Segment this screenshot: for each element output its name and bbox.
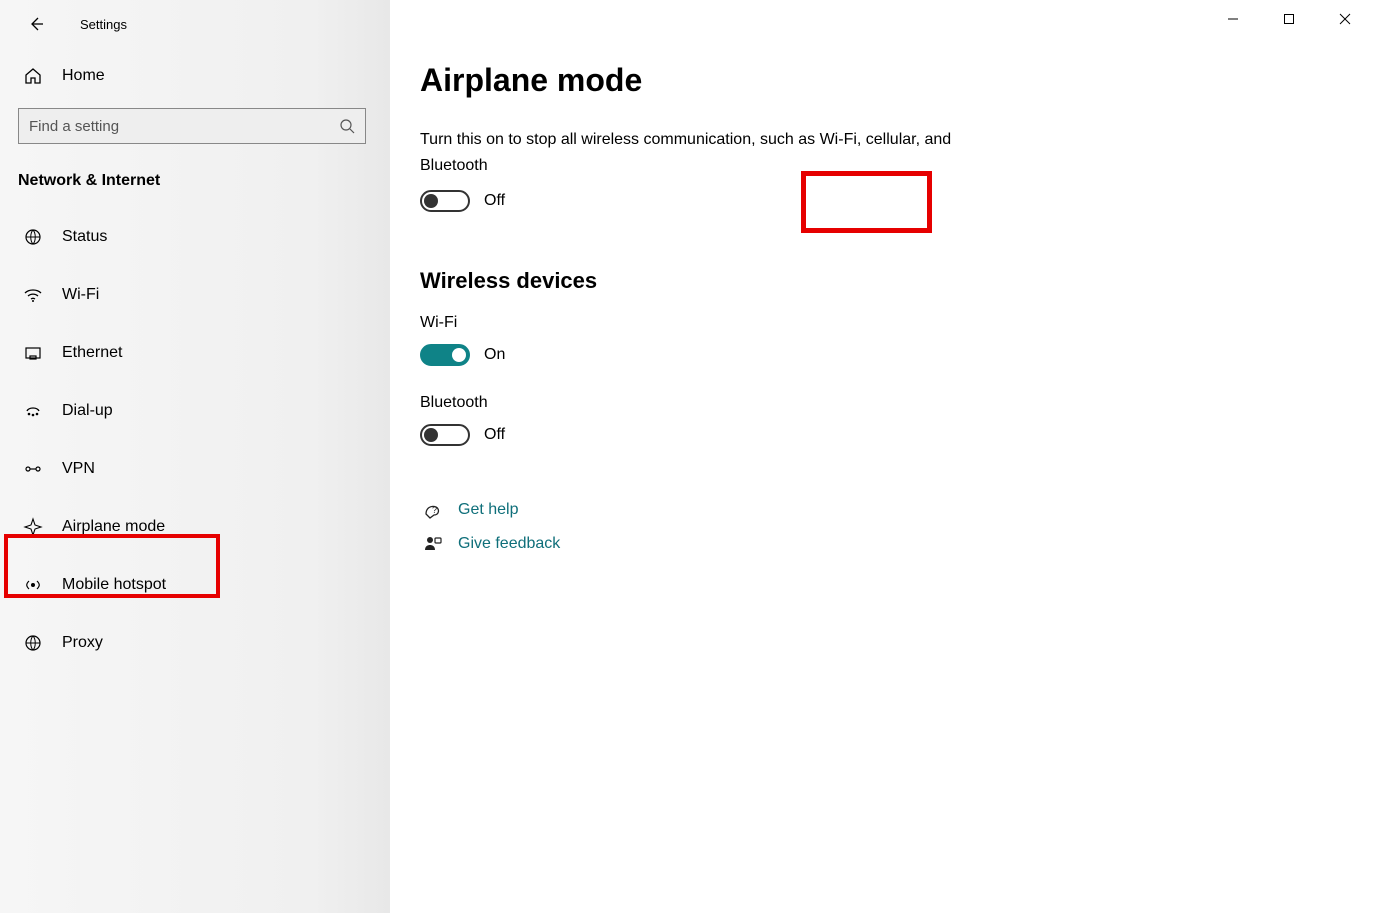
airplane-toggle-row: Off [420,190,1050,212]
wifi-toggle-row: On [420,344,1050,366]
help-links: ? Get help Give feedback [420,500,1050,554]
proxy-icon [22,633,44,653]
bluetooth-toggle-label: Off [484,426,505,444]
sidebar-item-label: VPN [62,460,95,478]
back-button[interactable] [24,12,48,36]
device-name: Wi-Fi [420,314,1050,332]
close-button[interactable] [1317,0,1373,38]
sidebar: Settings Home Network & Internet Status … [0,0,390,913]
sidebar-item-label: Status [62,228,107,246]
wifi-icon [22,285,44,305]
airplane-icon [22,517,44,537]
home-label: Home [62,67,105,85]
sidebar-item-home[interactable]: Home [0,56,390,96]
feedback-icon [420,534,446,554]
sidebar-item-vpn[interactable]: VPN [0,440,390,498]
device-name: Bluetooth [420,394,1050,412]
minimize-button[interactable] [1205,0,1261,38]
bluetooth-toggle[interactable] [420,424,470,446]
wireless-devices-title: Wireless devices [420,268,1050,294]
help-icon: ? [420,500,446,520]
app-title: Settings [80,17,127,32]
dialup-icon [22,401,44,421]
search-input[interactable] [29,118,339,135]
main: Airplane mode Turn this on to stop all w… [390,0,1373,913]
window-controls [1205,0,1373,38]
search-wrap [0,96,390,162]
content: Airplane mode Turn this on to stop all w… [390,0,1050,554]
sidebar-item-label: Proxy [62,634,103,652]
wifi-toggle[interactable] [420,344,470,366]
toggle-knob [452,348,466,362]
svg-text:?: ? [432,505,437,515]
hotspot-icon [22,575,44,595]
bluetooth-toggle-row: Off [420,424,1050,446]
sidebar-item-label: Wi-Fi [62,286,99,304]
sidebar-item-label: Ethernet [62,344,122,362]
page-title: Airplane mode [420,62,1050,99]
sidebar-item-proxy[interactable]: Proxy [0,614,390,672]
sidebar-item-ethernet[interactable]: Ethernet [0,324,390,382]
device-wifi: Wi-Fi On [420,314,1050,366]
give-feedback-label: Give feedback [458,535,560,553]
airplane-toggle-label: Off [484,192,505,210]
sidebar-item-status[interactable]: Status [0,208,390,266]
toggle-knob [424,194,438,208]
titlebar: Settings [0,8,390,56]
toggle-knob [424,428,438,442]
ethernet-icon [22,343,44,363]
sidebar-item-label: Dial-up [62,402,113,420]
sidebar-item-airplane[interactable]: Airplane mode [0,498,390,556]
sidebar-item-hotspot[interactable]: Mobile hotspot [0,556,390,614]
category-header: Network & Internet [0,162,390,208]
vpn-icon [22,459,44,479]
sidebar-item-label: Airplane mode [62,518,165,536]
sidebar-item-dialup[interactable]: Dial-up [0,382,390,440]
sidebar-item-wifi[interactable]: Wi-Fi [0,266,390,324]
page-description: Turn this on to stop all wireless commun… [420,127,980,178]
search-icon [339,118,355,134]
get-help-label: Get help [458,501,518,519]
home-icon [22,66,44,86]
airplane-toggle[interactable] [420,190,470,212]
status-icon [22,227,44,247]
search-box[interactable] [18,108,366,144]
maximize-button[interactable] [1261,0,1317,38]
give-feedback-link[interactable]: Give feedback [420,534,1050,554]
sidebar-item-label: Mobile hotspot [62,576,166,594]
wifi-toggle-label: On [484,346,505,364]
get-help-link[interactable]: ? Get help [420,500,1050,520]
device-bluetooth: Bluetooth Off [420,394,1050,446]
